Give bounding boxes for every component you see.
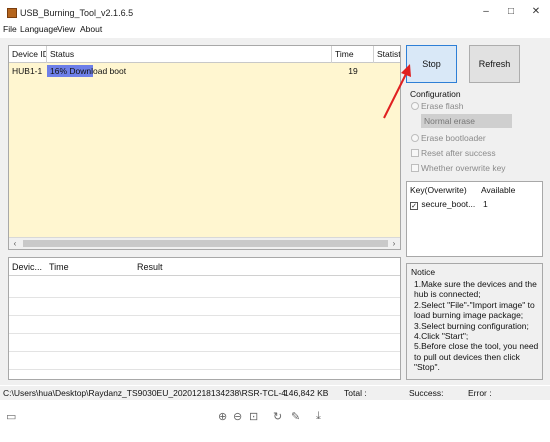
save-icon[interactable]: ▭ — [6, 410, 16, 423]
menu-about[interactable]: About — [80, 24, 102, 34]
key-available: 1 — [483, 199, 488, 209]
key-row[interactable]: ✓ secure_boot... 1 — [410, 199, 488, 210]
menu-file[interactable]: File — [3, 24, 17, 34]
horizontal-scrollbar[interactable]: ‹ › — [9, 237, 400, 249]
scroll-left-icon[interactable]: ‹ — [9, 238, 21, 249]
checkbox-icon — [411, 149, 419, 157]
error-label: Error : — [468, 388, 492, 398]
fit-page-icon[interactable]: ⊡ — [249, 410, 258, 423]
menu-view[interactable]: View — [57, 24, 75, 34]
app-icon — [7, 8, 17, 18]
rotate-icon[interactable]: ↻ — [273, 410, 282, 423]
notice-panel: Notice 1.Make sure the devices and the h… — [406, 263, 543, 380]
notice-title: Notice — [411, 267, 436, 277]
menu-language[interactable]: Language — [20, 24, 58, 34]
grid-line — [9, 369, 400, 370]
available-column-header[interactable]: Available — [481, 185, 515, 195]
image-size: 146,842 KB — [284, 388, 329, 398]
column-device[interactable]: Devic... — [12, 262, 42, 272]
maximize-button[interactable]: □ — [501, 5, 521, 19]
result-table: Devic... Time Result — [8, 257, 401, 380]
status-bar: C:\Users\hua\Desktop\Raydanz_TS9030EU_20… — [0, 386, 550, 400]
scroll-thumb[interactable] — [23, 240, 388, 247]
table-row[interactable]: HUB1-1 16% Download boot 19 — [9, 63, 400, 79]
column-time[interactable]: Time — [332, 46, 374, 63]
column-status[interactable]: Status — [47, 46, 332, 63]
notice-text: 1.Make sure the devices and the hub is c… — [414, 279, 539, 373]
image-path: C:\Users\hua\Desktop\Raydanz_TS9030EU_20… — [3, 388, 287, 398]
column-result[interactable]: Result — [137, 262, 163, 272]
status-cell: 16% Download boot — [47, 63, 332, 79]
device-table-header: Device ID Status Time Statisti — [9, 46, 400, 63]
device-id-cell: HUB1-1 — [12, 66, 43, 76]
close-button[interactable]: ✕ — [526, 5, 546, 19]
refresh-button[interactable]: Refresh — [469, 45, 520, 83]
reset-after-success-checkbox[interactable]: Reset after success — [411, 148, 496, 158]
grid-line — [9, 333, 400, 334]
key-name: secure_boot... — [421, 199, 476, 209]
time-cell: 19 — [348, 66, 358, 76]
zoom-out-icon[interactable]: ⊖ — [233, 410, 242, 423]
checkbox-icon — [411, 164, 419, 172]
key-list: Key(Overwrite) Available ✓ secure_boot..… — [406, 181, 543, 257]
download-icon[interactable]: ⤓ — [316, 410, 321, 423]
erase-bootloader-option[interactable]: Erase bootloader — [411, 133, 486, 143]
device-table: Device ID Status Time Statisti HUB1-1 16… — [8, 45, 401, 250]
window-title: USB_Burning_Tool_v2.1.6.5 — [20, 8, 134, 18]
radio-icon — [411, 134, 419, 142]
status-text: 16% Download boot — [50, 66, 127, 76]
zoom-in-icon[interactable]: ⊕ — [218, 410, 227, 423]
grid-line — [9, 297, 400, 298]
scroll-right-icon[interactable]: › — [388, 238, 400, 249]
overwrite-key-checkbox[interactable]: Whether overwrite key — [411, 163, 506, 173]
erase-mode-select[interactable]: Normal erase — [421, 114, 512, 128]
success-label: Success: — [409, 388, 444, 398]
edit-icon[interactable]: ✎ — [291, 410, 300, 423]
grid-line — [9, 315, 400, 316]
annotation-arrow-line — [383, 71, 408, 119]
grid-line — [9, 351, 400, 352]
column-device-id[interactable]: Device ID — [9, 46, 47, 63]
key-column-header[interactable]: Key(Overwrite) — [410, 185, 467, 195]
minimize-button[interactable]: – — [476, 5, 496, 19]
result-table-header: Devic... Time Result — [9, 258, 400, 276]
column-result-time[interactable]: Time — [49, 262, 69, 272]
annotation-arrow — [383, 64, 411, 119]
checked-checkbox-icon[interactable]: ✓ — [410, 202, 418, 210]
total-label: Total : — [344, 388, 367, 398]
